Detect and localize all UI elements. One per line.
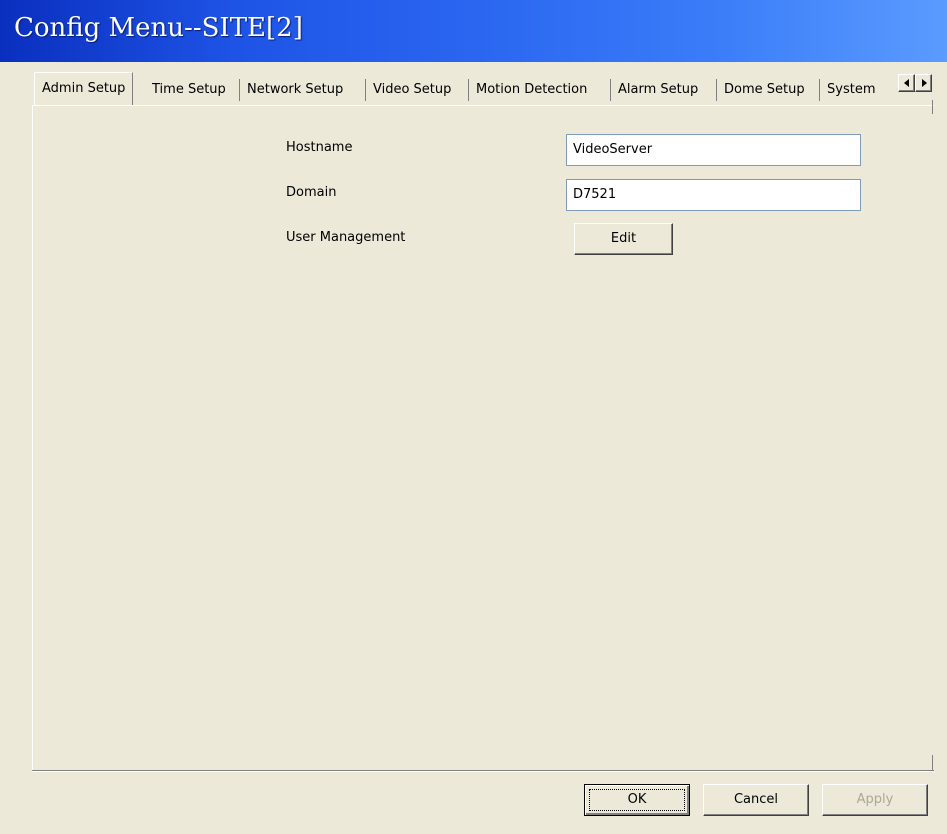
tab-separator	[365, 79, 366, 101]
tab-time-setup[interactable]: Time Setup	[146, 77, 232, 103]
tab-admin-setup[interactable]: Admin Setup	[34, 72, 134, 106]
tab-network-setup[interactable]: Network Setup	[241, 77, 349, 103]
hostname-input[interactable]: VideoServer	[566, 134, 861, 166]
hostname-label: Hostname	[286, 140, 353, 155]
tab-separator	[716, 79, 717, 101]
apply-button[interactable]: Apply	[822, 784, 928, 816]
window-title: Config Menu--SITE[2]	[14, 13, 303, 43]
ok-button-label: OK	[627, 792, 647, 807]
tab-video-setup[interactable]: Video Setup	[367, 77, 457, 103]
panel-divider	[32, 770, 934, 772]
ok-button[interactable]: OK	[584, 784, 690, 816]
tab-separator	[819, 79, 820, 101]
user-management-label: User Management	[286, 230, 406, 245]
tab-separator	[610, 79, 611, 101]
panel-edge	[932, 755, 933, 771]
panel-edge	[932, 100, 933, 114]
domain-label: Domain	[286, 185, 337, 200]
tab-system[interactable]: System	[821, 77, 881, 103]
tab-scroll-right-button[interactable]	[915, 74, 932, 92]
edit-button[interactable]: Edit	[574, 223, 673, 255]
tab-separator	[239, 79, 240, 101]
tab-alarm-setup[interactable]: Alarm Setup	[612, 77, 704, 103]
arrow-left-icon	[904, 79, 909, 87]
cancel-button[interactable]: Cancel	[703, 784, 809, 816]
tab-strip: Admin Setup Time Setup Network Setup Vid…	[34, 72, 914, 106]
tab-dome-setup[interactable]: Dome Setup	[718, 77, 811, 103]
tab-scroll-left-button[interactable]	[898, 74, 915, 92]
domain-input[interactable]: D7521	[566, 179, 861, 211]
title-bar[interactable]: Config Menu--SITE[2]	[0, 0, 947, 62]
tab-motion-detection[interactable]: Motion Detection	[470, 77, 593, 103]
tab-separator	[468, 79, 469, 101]
arrow-right-icon	[922, 79, 927, 87]
